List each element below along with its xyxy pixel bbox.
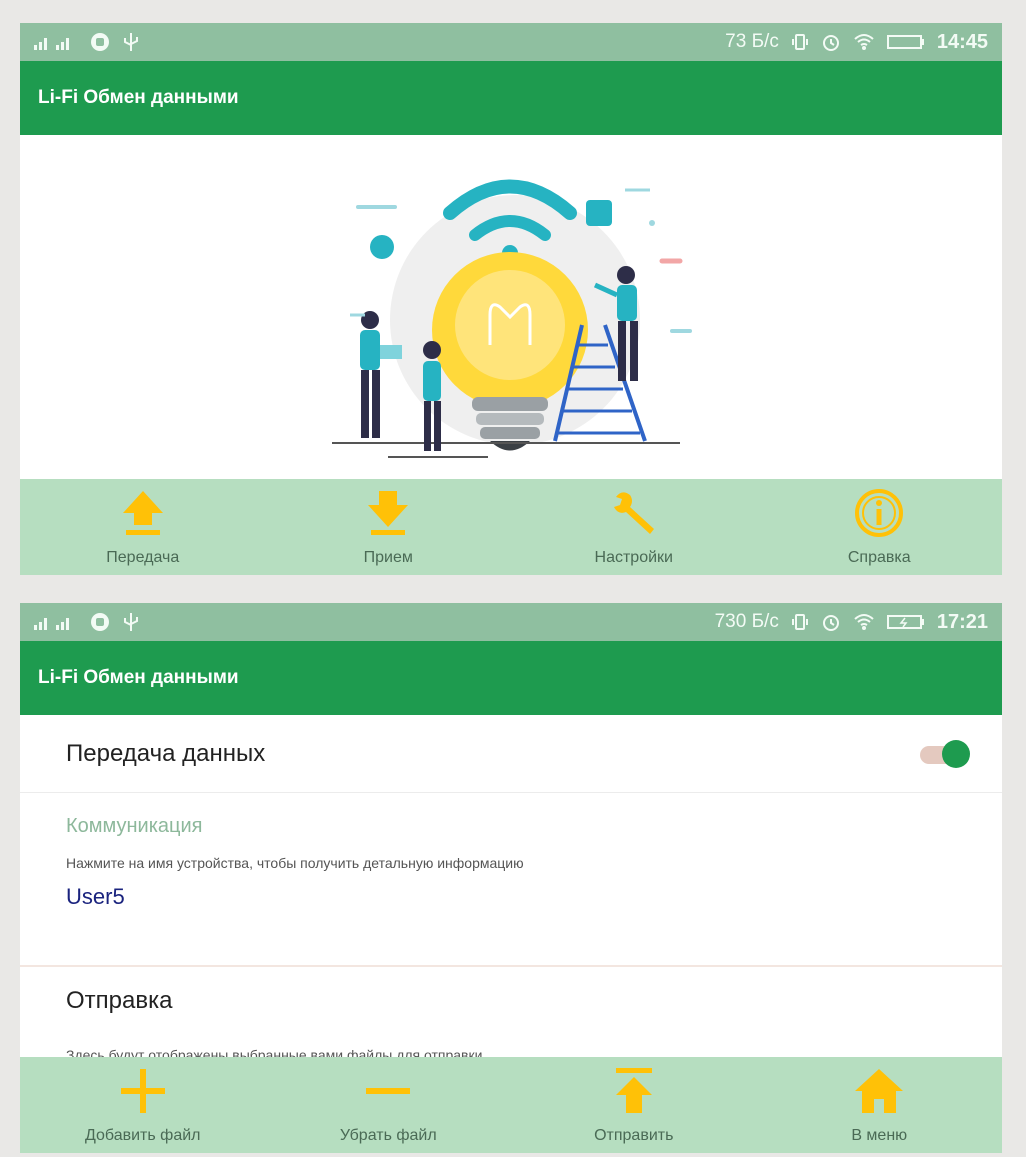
nav-send-label: Отправить	[594, 1127, 674, 1144]
upload-arrow-icon	[122, 491, 163, 535]
data-transfer-toggle[interactable]	[916, 738, 972, 770]
usb-icon	[124, 33, 138, 51]
battery-charging-icon	[886, 615, 924, 629]
transfer-screen: 730 Б/с 17:21 Li-Fi Обмен данными Переда…	[20, 603, 1002, 1153]
communication-description: Нажмите на имя устройства, чтобы получит…	[66, 855, 524, 871]
wrench-icon	[613, 492, 654, 534]
app-bar: Li-Fi Обмен данными	[20, 61, 1002, 135]
vibrate-icon	[791, 34, 808, 50]
nav-settings-label: Настройки	[594, 549, 673, 566]
communication-section: Коммуникация Нажмите на имя устройства, …	[20, 793, 1002, 967]
plus-icon	[120, 1069, 165, 1113]
clock: 14:45	[936, 30, 988, 53]
clock: 17:21	[936, 610, 988, 633]
transfer-content: Передача данных Коммуникация Нажмите на …	[20, 715, 1002, 1063]
lifi-illustration	[20, 135, 1002, 480]
nav-send[interactable]: Отправить	[511, 1057, 757, 1153]
data-transfer-label: Передача данных	[66, 739, 266, 767]
network-speed: 73 Б/с	[725, 31, 779, 52]
nav-receive[interactable]: Прием	[266, 479, 512, 575]
app-notification-icon	[91, 33, 109, 51]
status-bar: 730 Б/с 17:21	[20, 603, 1002, 641]
send-header: Отправка	[66, 987, 173, 1014]
wifi-icon	[854, 614, 874, 630]
nav-add-file[interactable]: Добавить файл	[20, 1057, 266, 1153]
nav-remove-file[interactable]: Убрать файл	[266, 1057, 512, 1153]
nav-help-label: Справка	[847, 549, 911, 566]
app-title: Li-Fi Обмен данными	[38, 87, 239, 108]
bottom-nav: Передача Прием Настройки Справка	[20, 479, 1002, 575]
nav-add-file-label: Добавить файл	[85, 1127, 201, 1144]
alarm-icon	[822, 35, 839, 51]
send-arrow-icon	[615, 1068, 652, 1113]
communication-header: Коммуникация	[66, 815, 203, 837]
status-bar: 73 Б/с 14:45	[20, 23, 1002, 61]
nav-menu-label: В меню	[851, 1127, 908, 1144]
usb-icon	[124, 613, 138, 631]
toggle-knob	[942, 739, 970, 768]
network-speed: 730 Б/с	[714, 611, 779, 632]
minus-icon	[366, 1088, 411, 1094]
home-icon	[855, 1069, 904, 1113]
signal-icon	[34, 618, 69, 630]
nav-transmit-label: Передача	[106, 549, 180, 566]
nav-transmit[interactable]: Передача	[20, 479, 266, 575]
send-section: Отправка Здесь будут отображены выбранны…	[20, 967, 1002, 1063]
main-menu-screen: 73 Б/с 14:45 Li-Fi Обмен данными Передач…	[20, 23, 1002, 575]
nav-help[interactable]: Справка	[757, 479, 1003, 575]
nav-remove-file-label: Убрать файл	[339, 1127, 437, 1144]
nav-receive-label: Прием	[363, 549, 413, 566]
data-transfer-row: Передача данных	[20, 715, 1002, 793]
nav-menu[interactable]: В меню	[757, 1057, 1003, 1153]
signal-icon	[34, 38, 69, 50]
wifi-icon	[854, 34, 874, 50]
bottom-nav: Добавить файл Убрать файл Отправить В ме…	[20, 1057, 1002, 1153]
vibrate-icon	[791, 614, 808, 630]
alarm-icon	[822, 615, 839, 631]
device-name-user5[interactable]: User5	[66, 884, 125, 910]
app-notification-icon	[91, 613, 109, 631]
battery-icon	[886, 35, 924, 49]
lightbulb-people-illustration	[332, 179, 692, 458]
download-arrow-icon	[368, 491, 409, 535]
app-bar: Li-Fi Обмен данными	[20, 641, 1002, 715]
nav-settings[interactable]: Настройки	[511, 479, 757, 575]
app-title: Li-Fi Обмен данными	[38, 667, 239, 688]
info-circle-icon	[855, 489, 904, 537]
